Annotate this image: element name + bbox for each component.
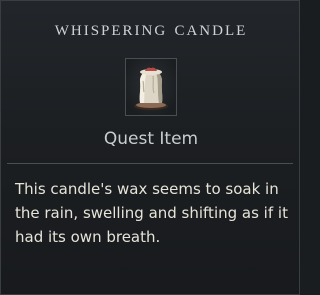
divider [7,163,293,164]
item-icon-frame [125,58,177,116]
melted-candle-icon [134,64,168,110]
item-category: Quest Item [103,129,199,149]
item-description: This candle's wax seems to soak in the r… [15,180,288,246]
item-name: Whispering Candle [54,16,248,40]
item-tooltip: Whispering Candle Quest Item This candle… [0,0,300,295]
